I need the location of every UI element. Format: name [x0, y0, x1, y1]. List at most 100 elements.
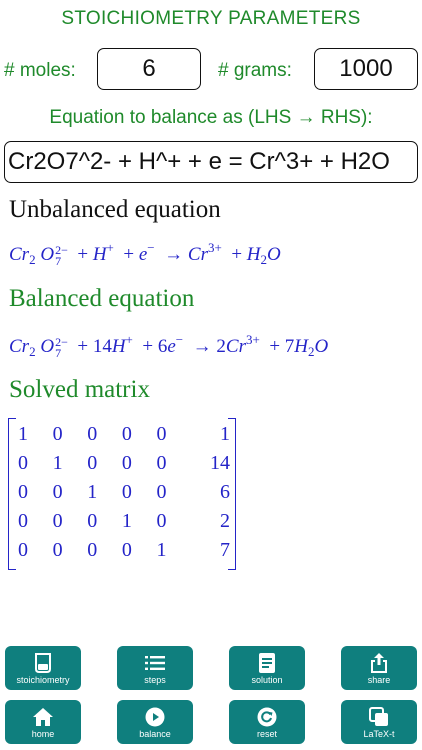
balanced-equation: Cr2 O 2− 7 + 14H+ + 6e− → 2Cr3+ + 7H2O [9, 332, 329, 360]
matrix-cell: 0 [52, 510, 63, 532]
latex-label: LaTeX-t [363, 728, 395, 739]
list-icon [145, 652, 165, 674]
matrix-cell: 0 [156, 481, 167, 503]
share-label: share [367, 674, 391, 685]
matrix-cell: 0 [121, 452, 132, 474]
eq-op: + [77, 244, 89, 265]
eq-term: Cr [187, 244, 208, 265]
eq-sup: + [125, 332, 133, 347]
eq-sub: 2 [260, 252, 268, 267]
eq-op: + [269, 336, 281, 357]
eq-sub: 7 [55, 345, 62, 360]
eq-sup: + [106, 240, 114, 255]
matrix-cell: 1 [18, 423, 28, 445]
play-icon [145, 706, 165, 728]
matrix-row: 0 0 0 0 1 7 [18, 536, 236, 565]
matrix-cell: 0 [121, 539, 132, 561]
eq-arrow: → [192, 336, 212, 357]
matrix-row: 0 0 1 0 0 6 [18, 478, 236, 507]
matrix-cell: 0 [18, 510, 28, 532]
solution-label: solution [251, 674, 283, 685]
matrix-cell: 0 [18, 452, 28, 474]
matrix-cell: 0 [121, 423, 132, 445]
eq-coef: 6 [157, 336, 168, 357]
matrix-bracket-left [8, 418, 16, 570]
matrix-cell: 0 [156, 423, 167, 445]
eq-term: Cr [9, 244, 30, 265]
matrix-table: 1 0 0 0 0 1 0 1 0 0 0 14 0 0 1 0 0 6 0 0… [18, 420, 236, 565]
matrix-cell: 0 [87, 510, 98, 532]
unbalanced-equation: Cr2 O 2− 7 + H+ + e− → Cr3+ + H2O [9, 240, 281, 268]
matrix-cell: 0 [52, 539, 63, 561]
page-title: STOICHIOMETRY PARAMETERS [61, 8, 361, 29]
home-icon [32, 706, 54, 728]
balance-label: balance [139, 728, 171, 739]
share-button[interactable]: share [341, 646, 417, 690]
moles-input[interactable]: 6 [97, 48, 201, 90]
matrix-cell: 0 [18, 481, 28, 503]
matrix-cell: 0 [52, 481, 63, 503]
eq-sub: 7 [55, 253, 62, 268]
matrix-cell: 0 [18, 539, 28, 561]
eq-sub: 2 [308, 344, 315, 359]
eq-term: O [314, 336, 329, 357]
eq-op: + [231, 244, 243, 265]
eq-term: Cr [9, 336, 30, 357]
eq-term: O [40, 244, 55, 265]
eq-term: H [246, 244, 261, 265]
eq-term: Cr [225, 336, 246, 357]
stoichiometry-button[interactable]: stoichiometry [5, 646, 81, 690]
matrix-cell: 0 [87, 452, 98, 474]
solved-matrix: 1 0 0 0 0 1 0 1 0 0 0 14 0 0 1 0 0 6 0 0… [8, 418, 236, 570]
matrix-title: Solved matrix [9, 376, 150, 403]
matrix-cell: 1 [156, 539, 167, 561]
matrix-cell: 0 [156, 452, 167, 474]
matrix-cell: 0 [87, 423, 98, 445]
eq-sup: − [175, 332, 184, 347]
matrix-bracket-right [228, 418, 236, 570]
equation-label: Equation to balance as (LHS → RHS): [49, 107, 373, 128]
latex-button[interactable]: LaTeX-t [341, 700, 417, 744]
grams-label: # grams: [218, 60, 292, 81]
stoichiometry-label: stoichiometry [16, 674, 70, 685]
steps-button[interactable]: steps [117, 646, 193, 690]
home-button[interactable]: home [5, 700, 81, 744]
eq-sub: 2 [29, 344, 36, 359]
matrix-cell: 0 [87, 539, 98, 561]
matrix-cell: 1 [87, 481, 98, 503]
reset-button[interactable]: reset [229, 700, 305, 744]
eq-term: O [267, 244, 281, 265]
home-label: home [31, 728, 55, 739]
balance-button[interactable]: balance [117, 700, 193, 744]
grams-input[interactable]: 1000 [314, 48, 418, 90]
matrix-row: 0 0 0 1 0 2 [18, 507, 236, 536]
eq-term: H [92, 244, 107, 265]
reset-icon [257, 706, 277, 728]
eq-op: + [77, 336, 89, 357]
share-icon [370, 652, 388, 674]
eq-coef: 7 [284, 336, 295, 357]
balanced-title: Balanced equation [9, 285, 195, 312]
eq-sup: 3+ [207, 240, 222, 255]
beaker-icon [34, 652, 52, 674]
solution-button[interactable]: solution [229, 646, 305, 690]
eq-sup: − [147, 240, 155, 255]
moles-label: # moles: [4, 60, 76, 81]
matrix-cell: 1 [52, 452, 63, 474]
eq-coef: 14 [92, 336, 112, 357]
eq-term: e [167, 336, 176, 357]
eq-sup: 3+ [245, 332, 260, 347]
eq-op: + [142, 336, 154, 357]
steps-label: steps [144, 674, 166, 685]
eq-term: H [111, 336, 126, 357]
eq-term: O [40, 336, 55, 357]
equation-input[interactable]: Cr2O7^2- + H^+ + e = Cr^3+ + H2O [4, 141, 418, 183]
matrix-cell: 0 [52, 423, 63, 445]
eq-coef: 2 [216, 336, 226, 357]
eq-sub: 2 [29, 252, 36, 267]
eq-term: H [294, 336, 309, 357]
matrix-row: 0 1 0 0 0 14 [18, 449, 236, 478]
matrix-cell: 1 [121, 510, 132, 532]
copy-icon [369, 706, 389, 728]
unbalanced-title: Unbalanced equation [9, 196, 221, 223]
